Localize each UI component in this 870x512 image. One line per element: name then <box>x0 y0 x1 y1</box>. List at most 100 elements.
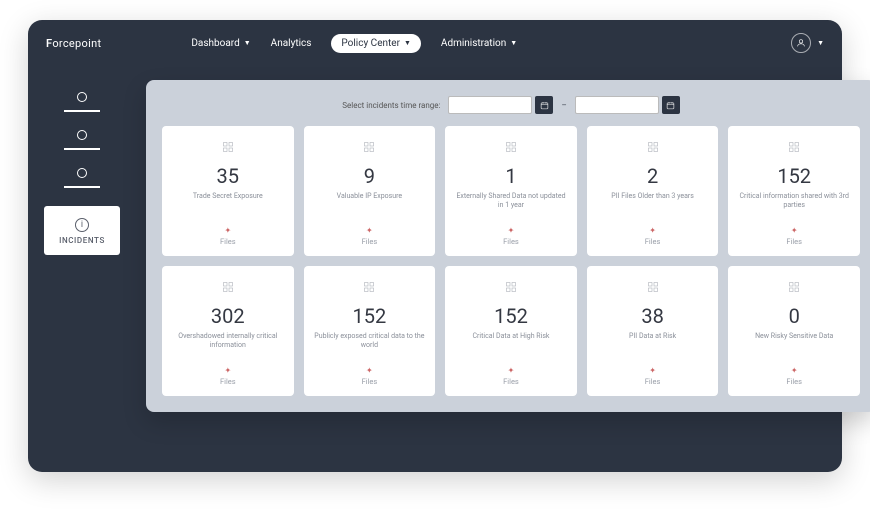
placeholder-line <box>64 148 100 150</box>
file-icon: ✦ <box>508 366 515 375</box>
card-value: 152 <box>353 304 387 328</box>
end-date-picker-button[interactable] <box>662 96 680 114</box>
chevron-down-icon[interactable]: ▼ <box>817 39 824 47</box>
incident-card-grid: 35Trade Secret Exposure✦Files9Valuable I… <box>162 126 860 396</box>
chevron-down-icon: ▼ <box>510 39 517 47</box>
placeholder-line <box>64 186 100 188</box>
start-date-group <box>448 96 553 114</box>
sidebar-item-incidents[interactable]: i INCIDENTS <box>44 206 120 255</box>
card-title: PII Files Older than 3 years <box>611 192 694 210</box>
start-date-picker-button[interactable] <box>535 96 553 114</box>
card-title: PII Data at Risk <box>629 332 676 350</box>
circle-icon <box>77 92 87 102</box>
circle-icon <box>77 130 87 140</box>
card-value: 2 <box>647 164 658 188</box>
incident-card[interactable]: 35 Trade Secret Exposure ✦Files <box>162 126 294 256</box>
card-value: 152 <box>494 304 528 328</box>
card-title: Publicly exposed critical data to the wo… <box>312 332 428 350</box>
card-value: 1 <box>505 164 516 188</box>
card-value: 35 <box>217 164 239 188</box>
nav-item-label: Administration <box>441 38 506 49</box>
card-footer: ✦Files <box>220 226 236 246</box>
card-icon <box>360 278 378 296</box>
card-footer-label: Files <box>220 237 236 246</box>
chevron-down-icon: ▼ <box>244 39 251 47</box>
nav-item-dashboard[interactable]: Dashboard▼ <box>191 38 250 49</box>
grid-icon <box>222 141 234 153</box>
nav-item-administration[interactable]: Administration ▼ <box>441 38 517 49</box>
incident-card[interactable]: 302 Overshadowed internally critical info… <box>162 266 294 396</box>
top-navbar: Forcepoint Dashboard▼AnalyticsPolicy Cen… <box>28 20 842 66</box>
card-footer: ✦ Files <box>503 366 519 386</box>
user-icon <box>796 38 806 48</box>
nav-item-label: Policy Center <box>341 38 400 49</box>
card-title: Critical Data at High Risk <box>472 332 549 350</box>
incident-card[interactable]: 9Valuable IP Exposure✦Files <box>304 126 436 256</box>
sidebar-item-label: INCIDENTS <box>59 236 105 245</box>
card-footer: ✦Files <box>786 366 802 386</box>
file-icon: ✦ <box>366 226 373 235</box>
card-footer-label: Files <box>645 377 661 386</box>
nav-item-analytics[interactable]: Analytics <box>271 38 312 49</box>
card-icon <box>644 278 662 296</box>
nav-item-label: Analytics <box>271 38 312 49</box>
incident-card[interactable]: 38 PII Data at Risk ✦Files <box>587 266 719 396</box>
file-icon: ✦ <box>366 366 373 375</box>
sidebar: i INCIDENTS <box>28 66 136 472</box>
card-value: 38 <box>641 304 663 328</box>
end-date-group <box>575 96 680 114</box>
incident-card[interactable]: 1 Externally Shared Data not updated in 1… <box>445 126 577 256</box>
card-value: 302 <box>211 304 245 328</box>
card-value: 9 <box>364 164 375 188</box>
file-icon: ✦ <box>649 226 656 235</box>
card-title: Externally Shared Data not updated in 1 … <box>453 192 569 210</box>
user-avatar[interactable] <box>791 33 811 53</box>
card-footer-label: Files <box>503 237 519 246</box>
card-footer: ✦Files <box>220 366 236 386</box>
card-icon <box>219 278 237 296</box>
card-value: 152 <box>777 164 811 188</box>
grid-icon <box>363 281 375 293</box>
topbar-right: ▼ <box>791 33 824 53</box>
incident-card[interactable]: 152 Critical Data at High Risk ✦ Files <box>445 266 577 396</box>
sidebar-item-placeholder[interactable] <box>64 130 100 150</box>
card-footer: ✦ Files <box>645 226 661 246</box>
sidebar-item-placeholder[interactable] <box>64 168 100 188</box>
card-footer-label: Files <box>786 237 802 246</box>
card-icon <box>502 278 520 296</box>
nav-item-policy-center[interactable]: Policy Center ▼ <box>331 34 421 53</box>
chevron-down-icon: ▼ <box>404 39 411 47</box>
start-date-input[interactable] <box>448 96 532 114</box>
incident-card[interactable]: 152 Critical information shared with 3rd … <box>728 126 860 256</box>
card-title: Critical information shared with 3rd par… <box>736 192 852 210</box>
card-footer: ✦Files <box>362 366 378 386</box>
card-icon <box>219 138 237 156</box>
card-icon <box>785 278 803 296</box>
circle-icon <box>77 168 87 178</box>
incident-card[interactable]: 2 PII Files Older than 3 years ✦ Files <box>587 126 719 256</box>
card-footer-label: Files <box>362 237 378 246</box>
range-separator: – <box>561 101 566 110</box>
card-title: Trade Secret Exposure <box>193 192 263 210</box>
main-panel: Select incidents time range: – 35 Trade S… <box>146 80 870 412</box>
time-range-label: Select incidents time range: <box>342 101 440 110</box>
incident-card[interactable]: 0 New Risky Sensitive Data ✦Files <box>728 266 860 396</box>
card-footer-label: Files <box>786 377 802 386</box>
card-title: Overshadowed internally critical informa… <box>170 332 286 350</box>
card-footer: ✦Files <box>645 366 661 386</box>
end-date-input[interactable] <box>575 96 659 114</box>
grid-icon <box>647 281 659 293</box>
card-icon <box>502 138 520 156</box>
sidebar-item-placeholder[interactable] <box>64 92 100 112</box>
card-value: 0 <box>789 304 800 328</box>
grid-icon <box>788 281 800 293</box>
card-title: New Risky Sensitive Data <box>755 332 833 350</box>
card-footer-label: Files <box>503 377 519 386</box>
grid-icon <box>647 141 659 153</box>
card-footer-label: Files <box>220 377 236 386</box>
file-icon: ✦ <box>791 226 798 235</box>
card-footer-label: Files <box>645 237 661 246</box>
grid-icon <box>505 281 517 293</box>
info-icon: i <box>75 218 89 232</box>
incident-card[interactable]: 152 Publicly exposed critical data to the… <box>304 266 436 396</box>
